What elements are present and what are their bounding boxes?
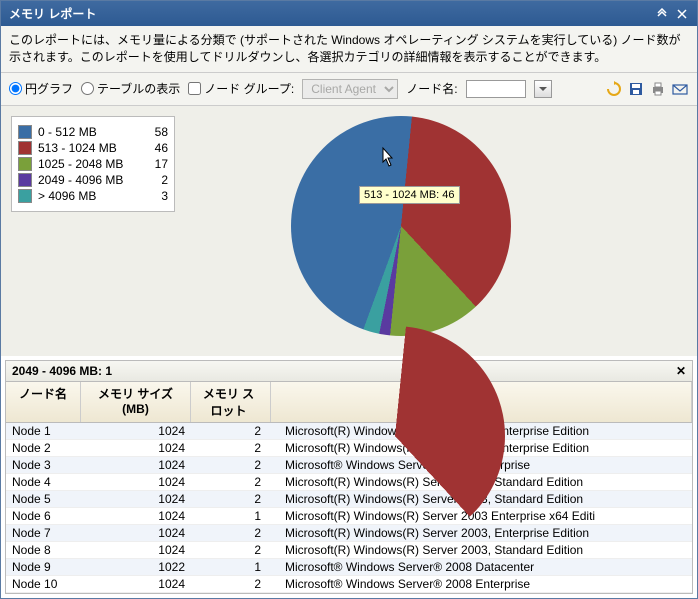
window-title: メモリ レポート [9, 5, 96, 22]
cell-mem: 1024 [81, 525, 191, 541]
legend-label: 2049 - 4096 MB [38, 173, 148, 187]
cell-os: Microsoft® Windows Server® 2008 Enterpri… [271, 576, 692, 592]
node-name-input[interactable] [466, 80, 526, 98]
cell-slot: 2 [191, 423, 271, 439]
cell-slot: 2 [191, 440, 271, 456]
view-table-label: テーブルの表示 [97, 80, 180, 97]
col-node-name[interactable]: ノード名 [6, 382, 81, 422]
cell-mem: 1024 [81, 576, 191, 592]
cell-os: Microsoft(R) Windows(R) Server 2003, Sta… [271, 542, 692, 558]
cell-os: Microsoft® Windows Server® 2008 Datacent… [271, 559, 692, 575]
legend-swatch [18, 189, 32, 203]
cell-mem: 1024 [81, 440, 191, 456]
chart-tooltip: 513 - 1024 MB: 46 [359, 186, 460, 204]
legend-swatch [18, 125, 32, 139]
cell-mem: 1024 [81, 457, 191, 473]
view-pie-label: 円グラフ [25, 80, 73, 97]
legend-value: 46 [148, 141, 168, 155]
toolbar: 円グラフ テーブルの表示 ノード グループ: Client Agent ノード名… [1, 73, 697, 106]
cell-slot: 2 [191, 542, 271, 558]
cell-mem: 1022 [81, 559, 191, 575]
chart-area: 0 - 512 MB58513 - 1024 MB461025 - 2048 M… [1, 106, 697, 356]
cell-name: Node 5 [6, 491, 81, 507]
legend-swatch [18, 141, 32, 155]
table-row[interactable]: Node 810242Microsoft(R) Windows(R) Serve… [6, 542, 692, 559]
view-table-radio[interactable]: テーブルの表示 [81, 80, 180, 97]
legend-item[interactable]: 1025 - 2048 MB17 [18, 157, 168, 171]
legend-item[interactable]: 0 - 512 MB58 [18, 125, 168, 139]
cell-name: Node 1 [6, 423, 81, 439]
legend-label: 513 - 1024 MB [38, 141, 148, 155]
legend-item[interactable]: 513 - 1024 MB46 [18, 141, 168, 155]
node-group-checkbox[interactable]: ノード グループ: [188, 80, 294, 97]
node-name-dropdown[interactable] [534, 80, 552, 98]
grid-title: 2049 - 4096 MB: 1 [12, 364, 112, 378]
table-row[interactable]: Node 1010242Microsoft® Windows Server® 2… [6, 576, 692, 593]
legend-value: 58 [148, 125, 168, 139]
view-pie-input[interactable] [9, 82, 22, 95]
legend-label: 1025 - 2048 MB [38, 157, 148, 171]
cell-mem: 1024 [81, 423, 191, 439]
legend-label: > 4096 MB [38, 189, 148, 203]
grid-close-icon[interactable]: ✕ [676, 364, 686, 378]
view-table-input[interactable] [81, 82, 94, 95]
cell-name: Node 7 [6, 525, 81, 541]
save-icon[interactable] [627, 80, 645, 98]
legend: 0 - 512 MB58513 - 1024 MB461025 - 2048 M… [11, 116, 175, 212]
legend-swatch [18, 157, 32, 171]
node-group-check[interactable] [188, 82, 201, 95]
pie-chart[interactable] [291, 116, 511, 336]
node-name-label: ノード名: [406, 80, 457, 97]
table-row[interactable]: Node 910221Microsoft® Windows Server® 20… [6, 559, 692, 576]
cell-slot: 2 [191, 474, 271, 490]
col-memory-size[interactable]: メモリ サイズ (MB) [81, 382, 191, 422]
cell-mem: 1024 [81, 542, 191, 558]
legend-item[interactable]: > 4096 MB3 [18, 189, 168, 203]
cell-name: Node 6 [6, 508, 81, 524]
legend-value: 3 [148, 189, 168, 203]
legend-item[interactable]: 2049 - 4096 MB2 [18, 173, 168, 187]
print-icon[interactable] [649, 80, 667, 98]
cell-mem: 1024 [81, 474, 191, 490]
cell-mem: 1024 [81, 508, 191, 524]
cell-slot: 1 [191, 559, 271, 575]
legend-value: 17 [148, 157, 168, 171]
cell-slot: 2 [191, 525, 271, 541]
cell-slot: 2 [191, 457, 271, 473]
cell-name: Node 10 [6, 576, 81, 592]
titlebar: メモリ レポート [1, 1, 697, 26]
cell-name: Node 9 [6, 559, 81, 575]
close-icon[interactable] [675, 7, 689, 21]
cell-slot: 1 [191, 508, 271, 524]
cell-slot: 2 [191, 576, 271, 592]
view-pie-radio[interactable]: 円グラフ [9, 80, 73, 97]
report-window: メモリ レポート このレポートには、メモリ量による分類で (サポートされた Wi… [0, 0, 698, 599]
cell-name: Node 8 [6, 542, 81, 558]
cell-name: Node 2 [6, 440, 81, 456]
report-description: このレポートには、メモリ量による分類で (サポートされた Windows オペレ… [1, 26, 697, 73]
refresh-icon[interactable] [605, 80, 623, 98]
col-memory-slot[interactable]: メモリ スロット [191, 382, 271, 422]
node-group-label: ノード グループ: [204, 80, 294, 97]
legend-swatch [18, 173, 32, 187]
titlebar-controls [655, 7, 689, 21]
legend-value: 2 [148, 173, 168, 187]
legend-label: 0 - 512 MB [38, 125, 148, 139]
cell-name: Node 4 [6, 474, 81, 490]
cell-name: Node 3 [6, 457, 81, 473]
cell-slot: 2 [191, 491, 271, 507]
node-group-select[interactable]: Client Agent [302, 79, 398, 99]
action-icons [605, 80, 689, 98]
cell-mem: 1024 [81, 491, 191, 507]
email-icon[interactable] [671, 80, 689, 98]
collapse-icon[interactable] [655, 7, 669, 21]
